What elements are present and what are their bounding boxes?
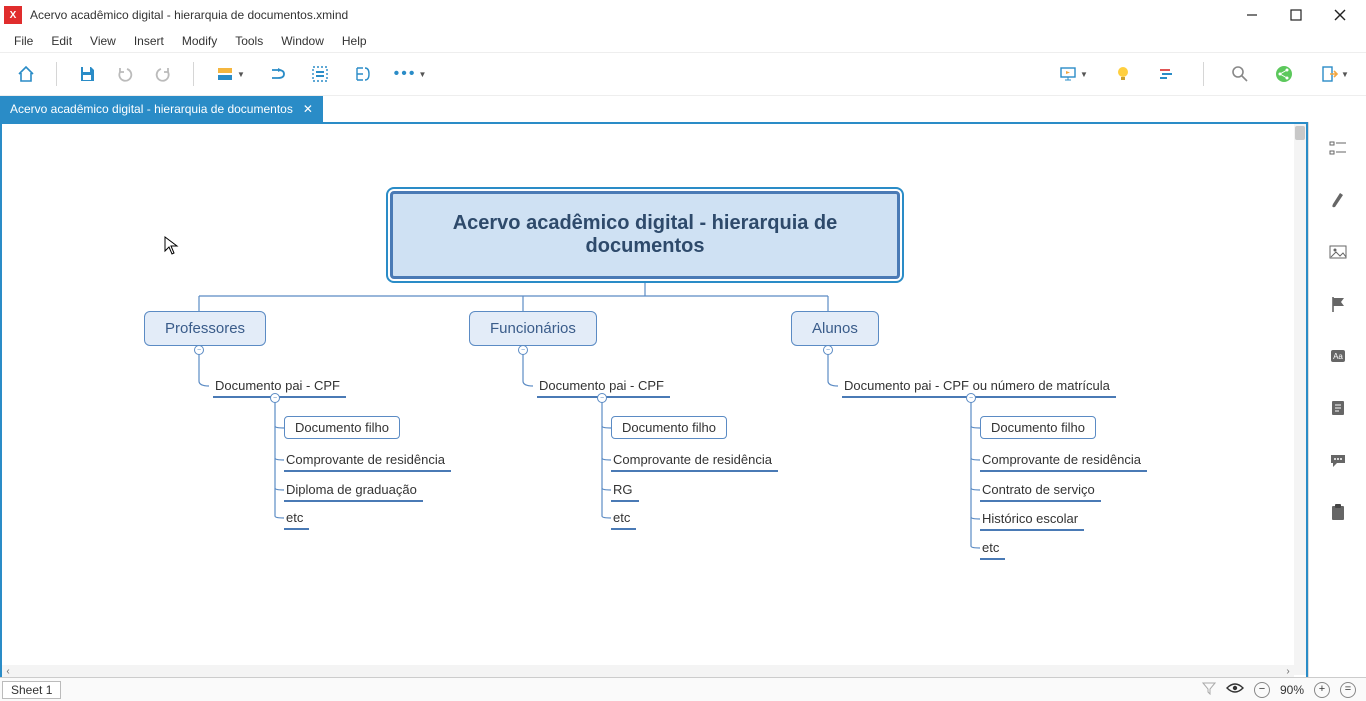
collapse-toggle[interactable]: − [966,393,976,403]
branch-node-alunos[interactable]: Alunos [791,311,879,346]
tab-bar: Acervo acadêmico digital - hierarquia de… [0,96,1366,122]
menu-view[interactable]: View [82,32,124,50]
separator [193,62,194,86]
image-icon[interactable] [1326,240,1350,264]
child-node[interactable]: Comprovante de residência [611,450,778,472]
notes-icon[interactable] [1326,396,1350,420]
menu-help[interactable]: Help [334,32,375,50]
minimize-button[interactable] [1230,0,1274,30]
scroll-right-icon[interactable]: › [1282,666,1294,677]
chevron-down-icon: ▼ [418,70,426,79]
document-tab[interactable]: Acervo acadêmico digital - hierarquia de… [0,96,323,122]
separator [1203,62,1204,86]
zoom-in-button[interactable]: + [1314,682,1330,698]
presentation-button[interactable]: ▼ [1053,60,1093,88]
redo-button[interactable] [149,60,177,88]
child-node[interactable]: Diploma de graduação [284,480,423,502]
status-bar: Sheet 1 − 90% + = [0,677,1366,701]
child-node[interactable]: Contrato de serviço [980,480,1101,502]
title-bar: X Acervo acadêmico digital - hierarquia … [0,0,1366,30]
canvas[interactable]: Acervo acadêmico digital - hierarquia de… [4,126,1294,665]
comments-icon[interactable] [1326,448,1350,472]
child-node-boxed[interactable]: Documento filho [284,416,400,439]
marker-flag-icon[interactable] [1326,292,1350,316]
eye-icon[interactable] [1226,682,1244,697]
menu-modify[interactable]: Modify [174,32,225,50]
format-brush-icon[interactable] [1326,188,1350,212]
menu-insert[interactable]: Insert [126,32,172,50]
menu-tools[interactable]: Tools [227,32,271,50]
menu-window[interactable]: Window [273,32,332,50]
filter-icon[interactable] [1202,681,1216,698]
task-icon[interactable] [1326,500,1350,524]
menu-file[interactable]: File [6,32,41,50]
sub-node[interactable]: Documento pai - CPF [213,376,346,398]
sub-node[interactable]: Documento pai - CPF ou número de matrícu… [842,376,1116,398]
vertical-scrollbar[interactable] [1294,124,1306,675]
child-node[interactable]: etc [611,508,636,530]
document-tab-label: Acervo acadêmico digital - hierarquia de… [10,102,293,116]
gantt-button[interactable] [1153,60,1181,88]
child-node[interactable]: etc [284,508,309,530]
cursor-icon [164,236,180,261]
scrollbar-thumb[interactable] [1295,126,1305,140]
scroll-left-icon[interactable]: ‹ [2,666,14,677]
menu-bar: File Edit View Insert Modify Tools Windo… [0,30,1366,52]
svg-text:Aa: Aa [1333,352,1343,361]
collapse-toggle[interactable]: − [518,345,528,355]
zoom-level[interactable]: 90% [1280,683,1304,697]
save-button[interactable] [73,60,101,88]
menu-edit[interactable]: Edit [43,32,80,50]
branch-node-funcionarios[interactable]: Funcionários [469,311,597,346]
relationship-button[interactable] [264,60,292,88]
right-panel: Aa [1308,122,1366,677]
window-title: Acervo acadêmico digital - hierarquia de… [30,8,348,22]
chevron-down-icon: ▼ [237,70,245,79]
collapse-toggle[interactable]: − [823,345,833,355]
sheet-tab[interactable]: Sheet 1 [2,681,61,699]
workspace: Acervo acadêmico digital - hierarquia de… [0,122,1308,677]
root-node[interactable]: Acervo acadêmico digital - hierarquia de… [390,191,900,279]
boundary-button[interactable] [306,60,334,88]
undo-button[interactable] [111,60,139,88]
child-node[interactable]: Comprovante de residência [980,450,1147,472]
zoom-out-button[interactable]: − [1254,682,1270,698]
home-button[interactable] [12,60,40,88]
export-button[interactable]: ▼ [1314,60,1354,88]
collapse-toggle[interactable]: − [194,345,204,355]
child-node[interactable]: Histórico escolar [980,509,1084,531]
collapse-toggle[interactable]: − [597,393,607,403]
theme-button[interactable]: ▼ [210,60,250,88]
more-button[interactable]: ••• ▼ [390,60,430,88]
search-button[interactable] [1226,60,1254,88]
child-node[interactable]: etc [980,538,1005,560]
horizontal-scrollbar[interactable]: ‹ › [2,665,1294,677]
outline-icon[interactable] [1326,136,1350,160]
text-style-icon[interactable]: Aa [1326,344,1350,368]
share-button[interactable] [1270,60,1298,88]
collapse-toggle[interactable]: − [270,393,280,403]
child-node-boxed[interactable]: Documento filho [980,416,1096,439]
chevron-down-icon: ▼ [1080,70,1088,79]
child-node[interactable]: Comprovante de residência [284,450,451,472]
idea-button[interactable] [1109,60,1137,88]
separator [56,62,57,86]
maximize-button[interactable] [1274,0,1318,30]
summary-button[interactable] [348,60,376,88]
close-button[interactable] [1318,0,1362,30]
close-tab-icon[interactable]: ✕ [303,102,313,116]
child-node-boxed[interactable]: Documento filho [611,416,727,439]
chevron-down-icon: ▼ [1341,70,1349,79]
app-icon: X [4,6,22,24]
dots-icon: ••• [394,65,417,83]
child-node[interactable]: RG [611,480,639,502]
branch-node-professores[interactable]: Professores [144,311,266,346]
toolbar: ▼ ••• ▼ ▼ [0,52,1366,96]
fit-button[interactable]: = [1340,682,1356,698]
